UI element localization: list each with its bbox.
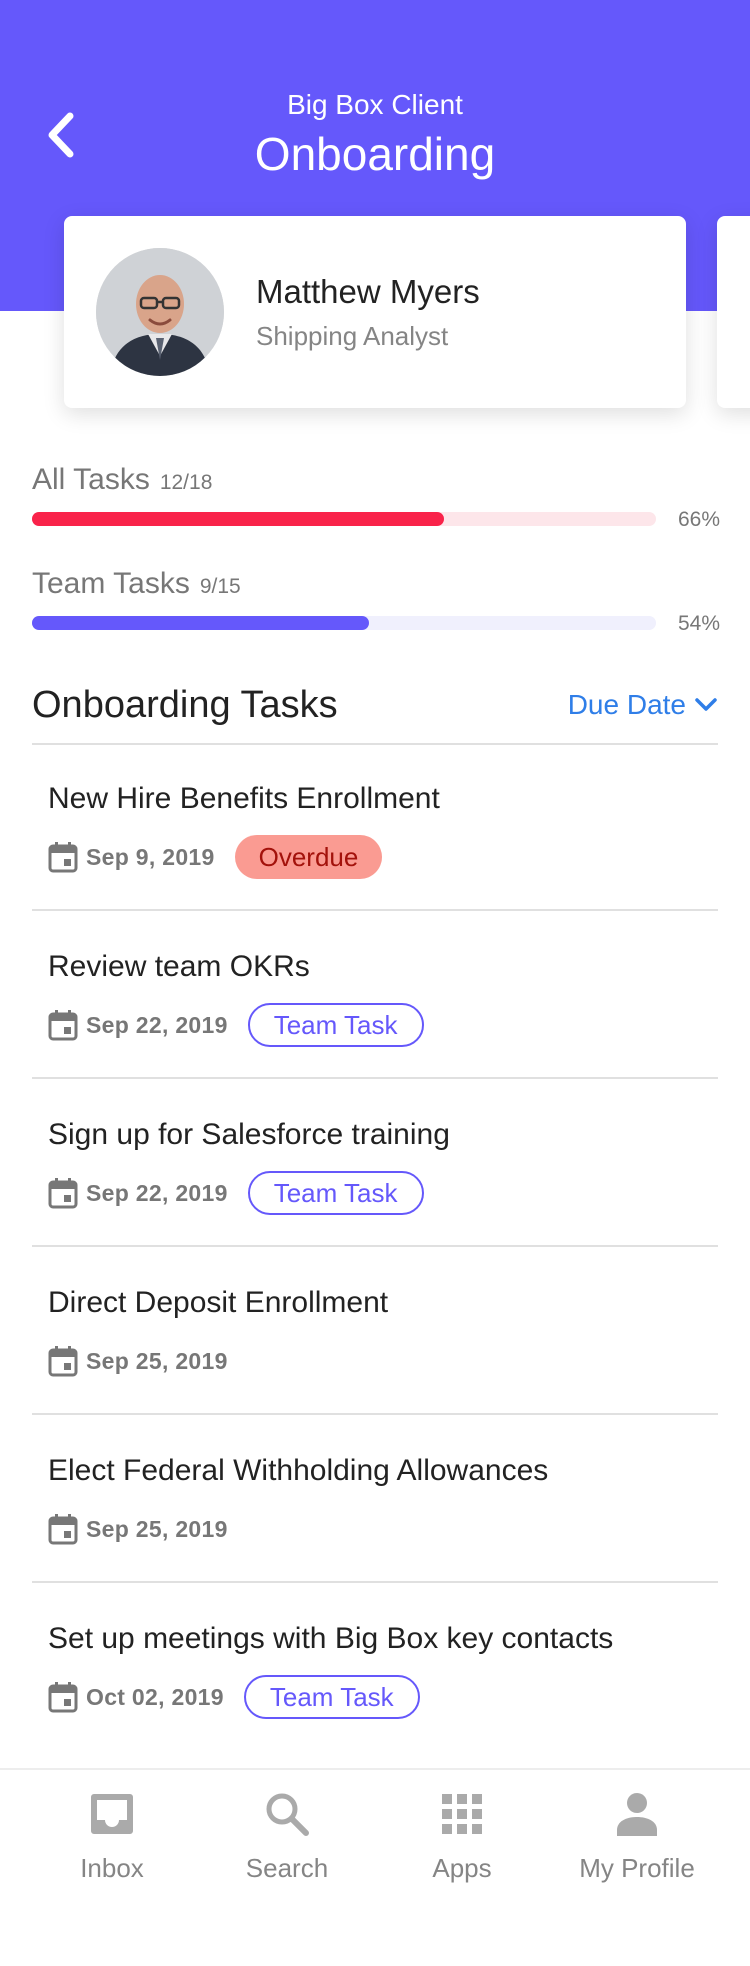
person-icon [613,1790,661,1838]
next-card-peek[interactable] [717,216,750,408]
task-title: Set up meetings with Big Box key contact… [48,1622,614,1655]
all-tasks-progress-bar [32,512,656,526]
task-item[interactable]: Review team OKRs Sep 22, 2019 Team Task [32,913,718,1079]
task-item[interactable]: Elect Federal Withholding Allowances Sep… [32,1417,718,1583]
profile-role: Shipping Analyst [256,321,449,351]
sort-label: Due Date [567,689,686,720]
section-title: Onboarding Tasks [32,684,338,726]
tab-inbox[interactable]: Inbox [24,1770,200,1900]
task-title: Review team OKRs [48,950,310,983]
divider [32,1413,718,1415]
tab-label: My Profile [579,1853,695,1883]
task-due-date: Sep 22, 2019 [86,1011,228,1038]
sort-dropdown[interactable]: Due Date [568,688,718,722]
progress-count: 12/18 [159,471,213,494]
tab-label: Inbox [80,1853,144,1883]
task-due-date: Sep 9, 2019 [86,843,215,870]
calendar-icon [48,1514,78,1545]
task-due-date: Oct 02, 2019 [86,1683,224,1710]
task-title: New Hire Benefits Enrollment [48,782,440,815]
tab-label: Search [245,1853,329,1883]
tab-search[interactable]: Search [199,1770,375,1900]
team-tasks-progress-bar [32,616,656,630]
progress-count: 9/15 [199,575,241,598]
task-meta: Sep 22, 2019 Team Task [48,1001,424,1049]
task-due-date: Sep 25, 2019 [86,1515,228,1542]
chevron-down-icon [695,698,717,711]
team-tasks-progress-fill [32,616,369,630]
progress-label-text: All Tasks [32,463,150,496]
team-tasks-label: Team Tasks 9/15 [32,566,241,605]
task-item[interactable]: New Hire Benefits Enrollment Sep 9, 2019… [32,745,718,911]
task-meta: Sep 22, 2019 Team Task [48,1169,424,1217]
task-due-date: Sep 22, 2019 [86,1179,228,1206]
page-title: Onboarding [254,128,496,180]
inbox-icon [88,1790,136,1838]
apps-grid-icon [438,1790,486,1838]
task-meta: Sep 25, 2019 [48,1505,228,1553]
team-task-badge: Team Task [247,1003,424,1047]
search-icon [263,1790,311,1838]
divider [32,1581,718,1583]
tab-label: Apps [432,1853,492,1883]
task-meta: Sep 9, 2019 Overdue [48,833,383,881]
task-item[interactable]: Direct Deposit Enrollment Sep 25, 2019 [32,1249,718,1415]
divider [32,909,718,911]
team-task-badge: Team Task [247,1171,424,1215]
task-title: Sign up for Salesforce training [48,1118,450,1151]
overdue-badge: Overdue [234,835,383,879]
team-tasks-percent: 54% [677,612,720,635]
calendar-icon [48,842,78,873]
divider [32,1245,718,1247]
tab-my-profile[interactable]: My Profile [549,1770,725,1900]
all-tasks-percent: 66% [677,508,720,531]
team-task-badge: Team Task [243,1675,420,1719]
task-title: Direct Deposit Enrollment [48,1286,389,1319]
task-title: Elect Federal Withholding Allowances [48,1454,549,1487]
profile-card[interactable]: Matthew Myers Shipping Analyst [64,216,686,408]
calendar-icon [48,1682,78,1713]
all-tasks-label: All Tasks 12/18 [32,462,212,501]
avatar [96,248,224,376]
bottom-tab-bar: Inbox Search Apps My Profile [0,1768,750,1966]
task-item[interactable]: Sign up for Salesforce training Sep 22, … [32,1081,718,1247]
calendar-icon [48,1178,78,1209]
header-subtitle: Big Box Client [287,89,463,120]
task-item[interactable]: Set up meetings with Big Box key contact… [32,1585,718,1751]
all-tasks-progress-fill [32,512,444,526]
task-due-date: Sep 25, 2019 [86,1347,228,1374]
tab-apps[interactable]: Apps [374,1770,550,1900]
divider [32,1077,718,1079]
calendar-icon [48,1010,78,1041]
calendar-icon [48,1346,78,1377]
progress-label-text: Team Tasks [32,567,190,600]
task-meta: Oct 02, 2019 Team Task [48,1673,420,1721]
profile-name: Matthew Myers [256,273,480,310]
task-meta: Sep 25, 2019 [48,1337,228,1385]
